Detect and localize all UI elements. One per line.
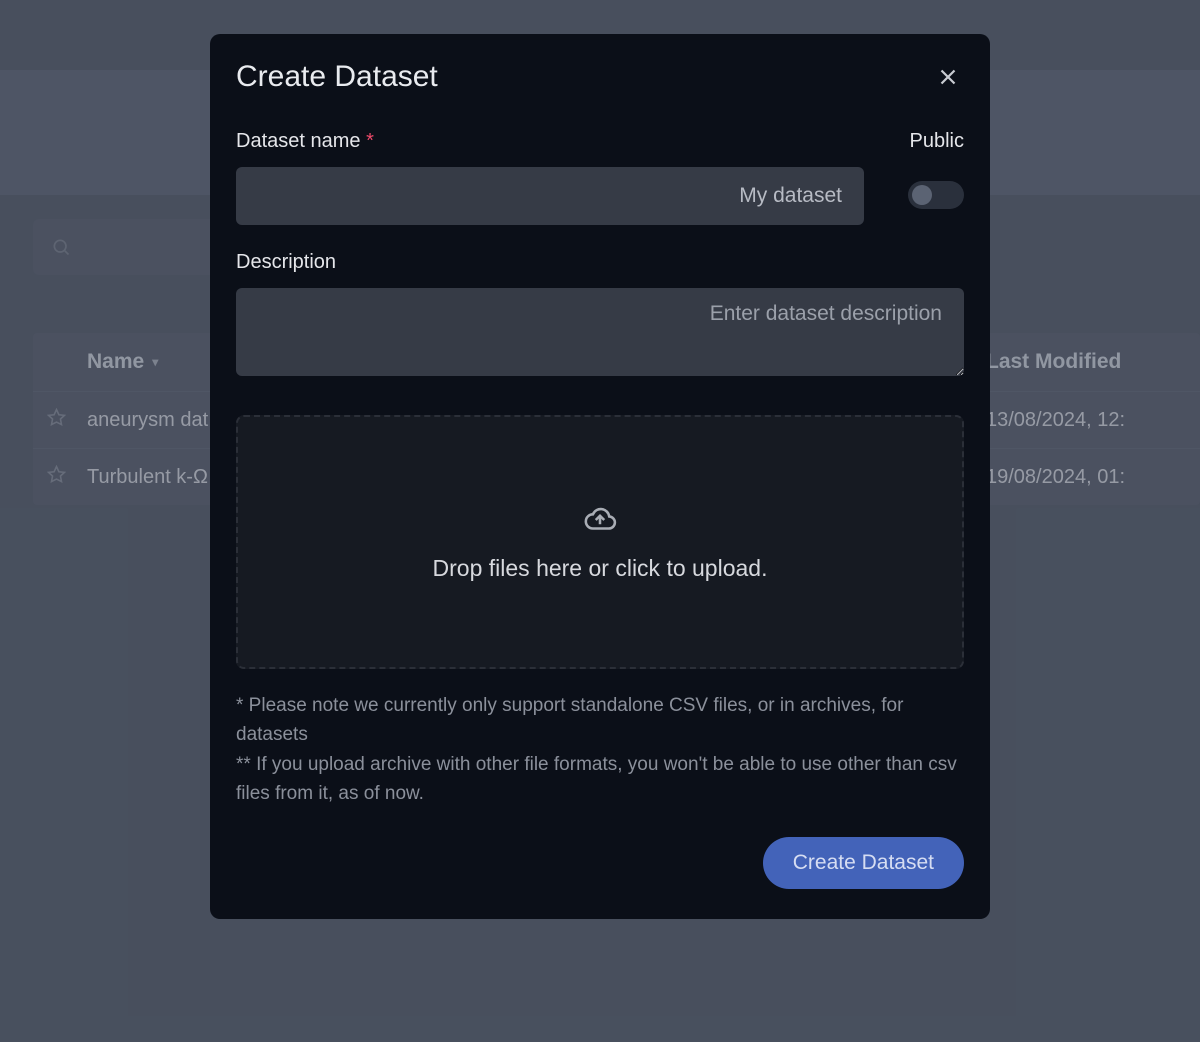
dropzone-text: Drop files here or click to upload. (433, 555, 768, 582)
public-label: Public (894, 130, 964, 153)
description-label: Description (236, 251, 964, 274)
dataset-name-input[interactable] (236, 167, 864, 225)
upload-note: * Please note we currently only support … (236, 691, 964, 809)
close-icon (935, 64, 961, 90)
modal-overlay[interactable]: Create Dataset Dataset name * Public Des… (0, 0, 1200, 1042)
dataset-name-label-text: Dataset name (236, 130, 361, 152)
create-dataset-button[interactable]: Create Dataset (763, 837, 964, 889)
note-line-2: ** If you upload archive with other file… (236, 750, 964, 809)
required-asterisk: * (366, 130, 374, 152)
cloud-upload-icon (580, 503, 620, 537)
dataset-name-label: Dataset name * (236, 130, 864, 153)
description-textarea[interactable] (236, 288, 964, 376)
modal-title: Create Dataset (236, 60, 438, 94)
note-line-1: * Please note we currently only support … (236, 691, 964, 750)
create-dataset-modal: Create Dataset Dataset name * Public Des… (210, 34, 990, 919)
close-button[interactable] (932, 61, 964, 93)
public-toggle[interactable] (908, 181, 964, 209)
file-dropzone[interactable]: Drop files here or click to upload. (236, 415, 964, 669)
